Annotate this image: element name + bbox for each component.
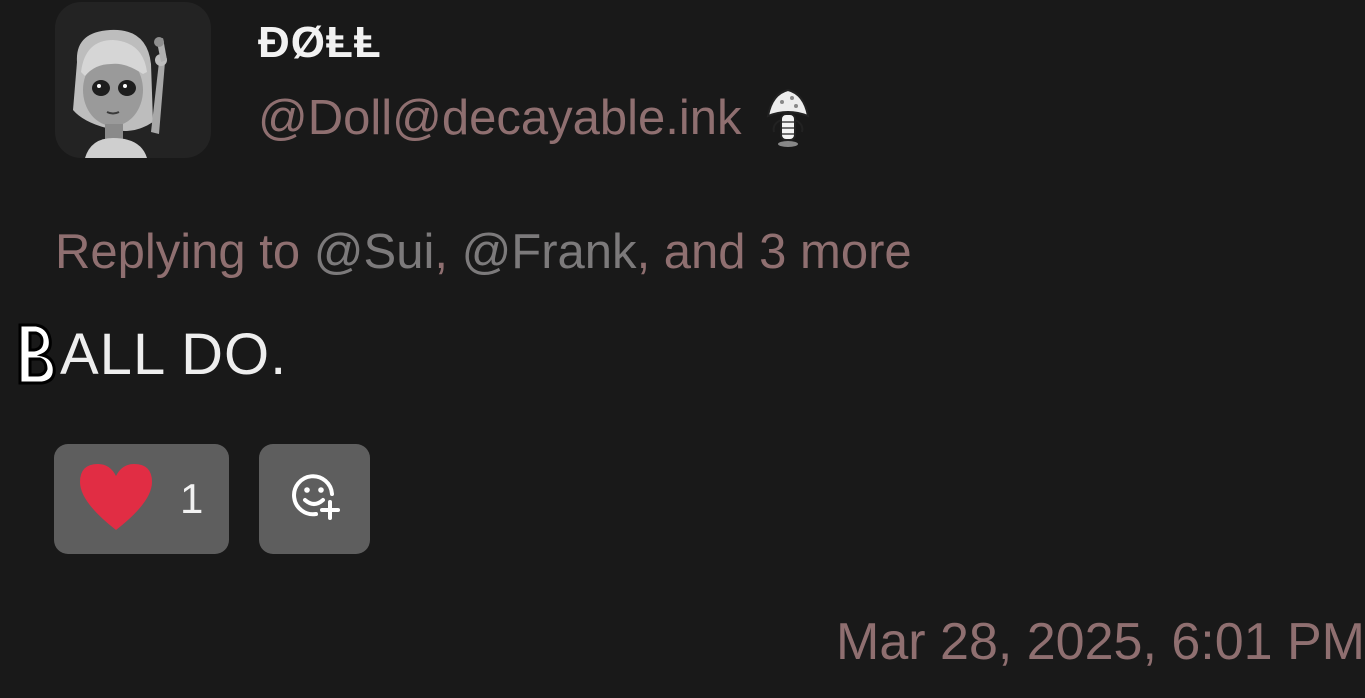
mushroom-icon <box>762 86 814 150</box>
doll-avatar-icon <box>73 29 167 158</box>
reactions-bar: 1 <box>54 444 370 554</box>
author-handle[interactable]: @Doll@decayable.ink <box>258 90 742 146</box>
post-content: ALL DO. <box>14 318 287 390</box>
display-name[interactable]: ĐØⱠⱠ <box>258 18 382 68</box>
post-text: ALL DO. <box>60 321 288 387</box>
letter-b-emoji-icon <box>14 321 60 387</box>
replying-separator: , <box>434 225 462 279</box>
handle-row: @Doll@decayable.ink <box>258 86 814 150</box>
like-count: 1 <box>180 475 204 522</box>
post: ĐØⱠⱠ @Doll@decayable.ink Replying to @Su… <box>0 0 1365 698</box>
mention-sui[interactable]: @Sui <box>314 225 435 279</box>
replying-prefix: Replying to <box>55 225 314 279</box>
replying-to: Replying to @Sui, @Frank, and 3 more <box>55 224 912 280</box>
mention-frank[interactable]: @Frank <box>462 225 637 279</box>
heart-icon <box>78 462 154 537</box>
post-timestamp[interactable]: Mar 28, 2025, 6:01 PM <box>836 612 1365 672</box>
add-reaction-icon <box>288 470 342 529</box>
avatar[interactable] <box>55 2 211 158</box>
add-reaction-button[interactable] <box>259 444 370 554</box>
like-reaction-button[interactable]: 1 <box>54 444 229 554</box>
replying-more[interactable]: , and 3 more <box>637 225 912 279</box>
